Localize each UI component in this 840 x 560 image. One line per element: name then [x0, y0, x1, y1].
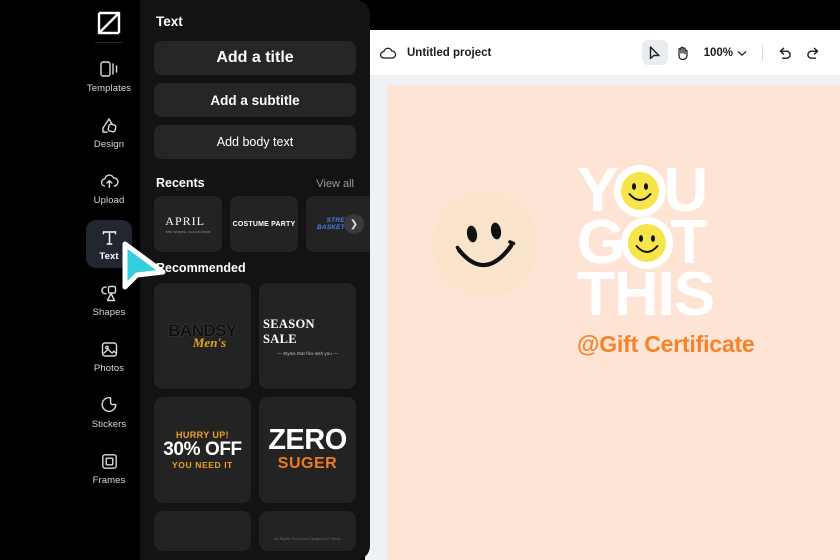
hand-pan-tool[interactable]: [670, 40, 696, 65]
editor-area: Untitled project 100% Y U G T THIS @Gift…: [365, 30, 840, 560]
add-subtitle-button[interactable]: Add a subtitle: [154, 83, 356, 117]
recommended-card[interactable]: BANDSY Men's: [154, 283, 251, 389]
recommended-card-line1: SEASON SALE: [263, 316, 315, 346]
design-canvas[interactable]: Y U G T THIS @Gift Certificate: [387, 85, 840, 560]
panel-title: Text: [156, 14, 183, 29]
recommended-card-credit: All Rights Reserved Designed of Tiktok: [274, 537, 341, 541]
canvas-workspace[interactable]: Y U G T THIS @Gift Certificate: [365, 75, 840, 560]
recommended-card[interactable]: HURRY UP! 30% OFF YOU NEED IT: [154, 397, 251, 503]
headline-line-3: THIS: [577, 260, 715, 330]
chevron-down-icon: [737, 44, 747, 62]
recents-card-label: COSTUME PARTY: [232, 220, 296, 228]
sidebar-item-text[interactable]: Text: [86, 220, 132, 268]
redo-button[interactable]: [800, 40, 826, 65]
editor-toolbar: Untitled project 100%: [365, 30, 840, 75]
pale-smiley-decoration[interactable]: [433, 192, 538, 297]
zoom-level-value: 100%: [703, 46, 733, 59]
add-body-text-button[interactable]: Add body text: [154, 125, 356, 159]
canvas-tagline: @Gift Certificate: [577, 331, 755, 358]
recommended-header: Recommended: [154, 252, 356, 281]
shapes-icon: [98, 282, 120, 304]
chevron-right-icon[interactable]: ❯: [344, 214, 364, 234]
photos-image-icon: [98, 338, 120, 360]
sidebar-item-frames[interactable]: Frames: [86, 444, 132, 492]
sidebar-item-templates[interactable]: Templates: [86, 52, 132, 100]
recommended-card-line2: — Styles that flex with you —: [277, 350, 338, 356]
stickers-icon: [98, 394, 120, 416]
project-name[interactable]: Untitled project: [407, 47, 491, 59]
select-cursor-tool[interactable]: [641, 40, 668, 65]
toolbar-right-group: 100%: [641, 40, 826, 65]
recents-card[interactable]: APRIL THE SPRING COLLECTION: [154, 196, 222, 252]
recommended-card[interactable]: ZERO SUGER: [259, 397, 356, 503]
cloud-save-icon[interactable]: [379, 44, 397, 62]
add-title-button[interactable]: Add a title: [154, 41, 356, 75]
toolbar-divider: [762, 44, 763, 61]
sidebar-label-upload: Upload: [93, 195, 125, 207]
recommended-card[interactable]: [154, 511, 251, 551]
recommended-card-line2: 30% OFF: [163, 438, 242, 460]
recents-view-all-link[interactable]: View all: [316, 178, 354, 190]
recommended-title: Recommended: [156, 261, 246, 275]
upload-cloud-icon: [98, 170, 120, 192]
recommended-card-line3: YOU NEED IT: [172, 460, 233, 471]
recommended-grid: BANDSY Men's SEASON SALE — Styles that f…: [154, 283, 356, 551]
rail-divider: [95, 42, 123, 43]
sidebar-label-design: Design: [93, 139, 125, 151]
recommended-card-line1: ZERO: [268, 424, 347, 457]
canvas-artwork[interactable]: Y U G T THIS @Gift Certificate: [577, 159, 840, 358]
recents-title: Recents: [156, 176, 205, 190]
templates-icon: [98, 58, 120, 80]
recents-card-sublabel: THE SPRING COLLECTION: [165, 230, 211, 234]
sidebar-label-stickers: Stickers: [91, 419, 127, 431]
frames-icon: [98, 450, 120, 472]
recommended-card-line2: SUGER: [277, 454, 338, 472]
capcut-logo-icon[interactable]: [92, 8, 126, 38]
recents-header: Recents View all: [154, 167, 356, 196]
text-t-icon: [98, 226, 120, 248]
recents-row: APRIL THE SPRING COLLECTION COSTUME PART…: [154, 196, 370, 252]
sidebar-label-templates: Templates: [86, 83, 132, 95]
design-icon: [98, 114, 120, 136]
recommended-card[interactable]: All Rights Reserved Designed of Tiktok: [259, 511, 356, 551]
sidebar-label-shapes: Shapes: [92, 307, 126, 319]
sidebar-label-text: Text: [99, 251, 119, 263]
sidebar-item-photos[interactable]: Photos: [86, 332, 132, 380]
recommended-card-line2: Men's: [192, 334, 227, 350]
sidebar-item-upload[interactable]: Upload: [86, 164, 132, 212]
sidebar-item-design[interactable]: Design: [86, 108, 132, 156]
undo-button[interactable]: [772, 40, 798, 65]
sidebar-label-photos: Photos: [93, 363, 125, 375]
text-panel: Text Add a title Add a subtitle Add body…: [140, 0, 370, 560]
recommended-card[interactable]: SEASON SALE — Styles that flex with you …: [259, 283, 356, 389]
sidebar-item-shapes[interactable]: Shapes: [86, 276, 132, 324]
sidebar-label-frames: Frames: [92, 475, 126, 487]
recents-card[interactable]: COSTUME PARTY: [230, 196, 298, 252]
left-icon-rail: Templates Design Upload Text Shapes Phot…: [78, 0, 140, 560]
zoom-level-dropdown[interactable]: 100%: [698, 44, 753, 62]
recents-card-label: APRIL THE SPRING COLLECTION: [165, 214, 211, 234]
capcut-editor-window: Templates Design Upload Text Shapes Phot…: [0, 0, 840, 560]
sidebar-item-stickers[interactable]: Stickers: [86, 388, 132, 436]
